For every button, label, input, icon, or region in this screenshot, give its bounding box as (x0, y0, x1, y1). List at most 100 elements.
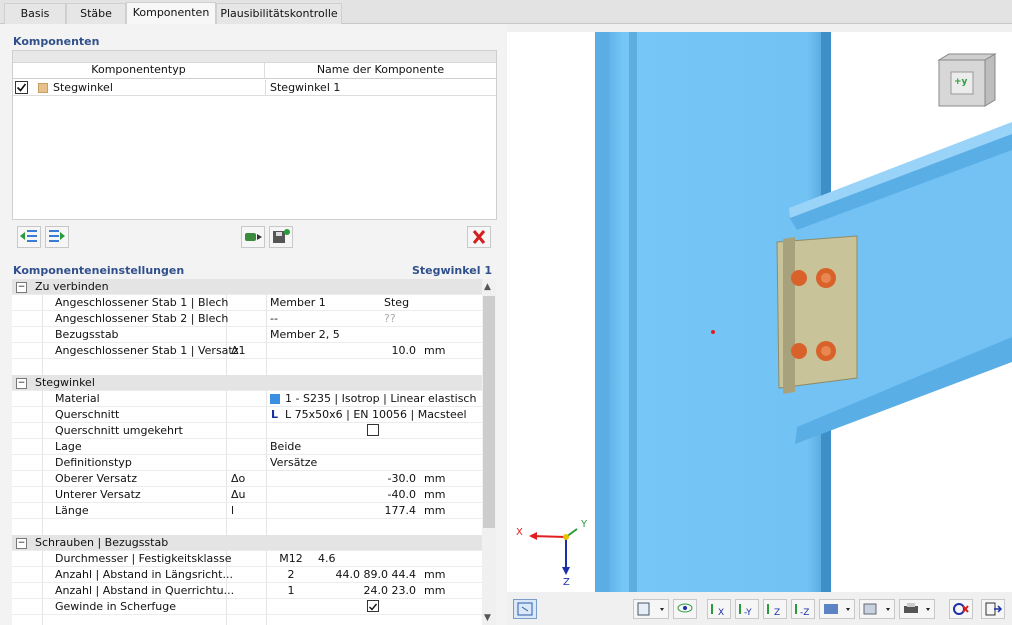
property-unit: mm (424, 344, 446, 357)
material-color-icon (270, 394, 280, 404)
property-row[interactable]: Anzahl | Abstand in Querrichtu... 1 24.0 2… (12, 583, 482, 599)
property-row[interactable]: Bezugsstab Member 2, 5 (12, 327, 482, 343)
property-label: Definitionstyp (55, 456, 132, 469)
property-value: 1 - S235 | Isotrop | Linear elastisch (285, 392, 477, 405)
move-left-button[interactable] (17, 226, 41, 248)
property-value-2: 24.0 23.0 (363, 584, 416, 597)
reversed-checkbox[interactable] (367, 424, 379, 436)
visibility-button[interactable] (673, 599, 697, 619)
property-unit: mm (424, 504, 446, 517)
property-label: Querschnitt umgekehrt (55, 424, 183, 437)
render-mode-button[interactable] (819, 599, 855, 619)
reset-view-button[interactable] (949, 599, 973, 619)
property-label: Unterer Versatz (55, 488, 141, 501)
property-row[interactable]: Angeschlossener Stab 2 | Blech --?? (12, 311, 482, 327)
property-row[interactable]: Gewinde in Scherfuge (12, 599, 482, 615)
property-row[interactable]: Oberer Versatz Δo -30.0 mm (12, 471, 482, 487)
property-label: Bezugsstab (55, 328, 119, 341)
angle-section-icon: L (271, 408, 279, 421)
collapse-icon[interactable]: − (16, 538, 27, 549)
scrollbar-thumb[interactable] (483, 296, 495, 528)
property-value-2: 177.4 (384, 504, 417, 517)
collapse-icon[interactable]: − (16, 282, 27, 293)
vertical-scrollbar[interactable]: ▲ ▼ (482, 279, 496, 625)
property-label: Länge (55, 504, 89, 517)
property-row[interactable]: Lage Beide (12, 439, 482, 455)
property-value-2: Steg (384, 296, 410, 309)
property-value: Versätze (270, 456, 318, 469)
display-options-button[interactable] (633, 599, 669, 619)
view-z-button[interactable]: Z (763, 599, 787, 619)
property-unit: mm (424, 584, 446, 597)
property-value: Beide (270, 440, 302, 453)
group-header[interactable]: − Schrauben | Bezugsstab (12, 535, 482, 551)
property-value: M12 (279, 552, 303, 565)
tab-bar: Basis Stäbe Komponenten Plausibilitätsko… (0, 0, 1012, 24)
tab-plausibilitaetskontrolle[interactable]: Plausibilitätskontrolle (216, 3, 342, 24)
axis-z-label: Z (563, 577, 570, 588)
scroll-up-icon[interactable]: ▲ (484, 282, 491, 292)
property-value-2: -30.0 (387, 472, 416, 485)
divider (265, 80, 266, 96)
box-view-button[interactable] (859, 599, 895, 619)
group-header[interactable]: − Zu verbinden (12, 279, 482, 295)
property-label: Angeschlossener Stab 2 | Blech (55, 312, 229, 325)
property-value-2: 10.0 (391, 344, 417, 357)
property-value: L 75x50x6 | EN 10056 | Macsteel (285, 408, 467, 421)
group-label: Zu verbinden (35, 280, 109, 293)
column-flange-left (595, 32, 609, 592)
property-row[interactable]: Anzahl | Abstand in Längsricht... 2 44.0 8… (12, 567, 482, 583)
property-row[interactable]: Durchmesser | Festigkeitsklasse M12 4.6 (12, 551, 482, 567)
collapse-icon[interactable]: − (16, 378, 27, 389)
property-value-2: 4.6 (318, 552, 336, 565)
components-title: Komponenten (13, 35, 100, 48)
property-row[interactable]: Material 1 - S235 | Isotrop | Linear elas… (12, 391, 482, 407)
property-label: Angeschlossener Stab 1 | Versatz (55, 344, 239, 357)
component-type: Stegwinkel (53, 81, 113, 94)
property-value-2: -40.0 (387, 488, 416, 501)
property-unit: mm (424, 488, 446, 501)
property-row[interactable]: Definitionstyp Versätze (12, 455, 482, 471)
property-row[interactable]: Angeschlossener Stab 1 | Versatz Δ1 10.0 mm (12, 343, 482, 359)
thread-in-shear-checkbox[interactable] (367, 600, 379, 612)
property-symbol: Δ1 (231, 344, 246, 357)
property-label: Anzahl | Abstand in Längsricht... (55, 568, 233, 581)
save-button[interactable] (269, 226, 293, 248)
view-cube[interactable]: +y (935, 50, 999, 108)
print-button[interactable] (899, 599, 935, 619)
property-value: 2 (287, 568, 295, 581)
header-band (13, 51, 496, 63)
select-view-button[interactable] (513, 599, 537, 619)
view-toolbar: X -Y Z -Z (507, 592, 1012, 625)
tab-staebe[interactable]: Stäbe (66, 3, 126, 24)
settings-title: Komponenteneinstellungen (13, 264, 185, 277)
property-row[interactable]: Angeschlossener Stab 1 | Blech Member 1 St… (12, 295, 482, 311)
property-value-2: ?? (384, 312, 396, 325)
group-label: Stegwinkel (35, 376, 95, 389)
components-table: Komponententyp Name der Komponente Stegw… (12, 50, 497, 220)
tab-komponenten[interactable]: Komponenten (126, 2, 216, 24)
row-checkbox[interactable] (15, 81, 28, 94)
property-label: Durchmesser | Festigkeitsklasse (55, 552, 232, 565)
axis-y-label: Y (581, 519, 588, 530)
view-minus-y-button[interactable]: -Y (735, 599, 759, 619)
import-button[interactable] (241, 226, 265, 248)
move-right-button[interactable] (45, 226, 69, 248)
table-row[interactable]: Stegwinkel Stegwinkel 1 (13, 80, 496, 96)
scroll-down-icon[interactable]: ▼ (484, 613, 491, 623)
property-row[interactable]: Querschnitt umgekehrt (12, 423, 482, 439)
property-value: Member 2, 5 (270, 328, 340, 341)
view-x-button[interactable]: X (707, 599, 731, 619)
property-row[interactable]: Querschnitt L L 75x50x6 | EN 10056 | Macst… (12, 407, 482, 423)
col-header-type-label: Komponententyp (91, 63, 186, 76)
exit-view-button[interactable] (981, 599, 1005, 619)
property-symbol: l (231, 504, 235, 517)
model-render (595, 32, 1012, 592)
view-minus-z-button[interactable]: -Z (791, 599, 815, 619)
property-row[interactable]: Länge l 177.4 mm (12, 503, 482, 519)
property-row[interactable]: Unterer Versatz Δu -40.0 mm (12, 487, 482, 503)
tab-basis[interactable]: Basis (4, 3, 66, 24)
group-header[interactable]: − Stegwinkel (12, 375, 482, 391)
3d-viewport[interactable]: +y X Y Z (507, 32, 1012, 592)
delete-button[interactable] (467, 226, 491, 248)
